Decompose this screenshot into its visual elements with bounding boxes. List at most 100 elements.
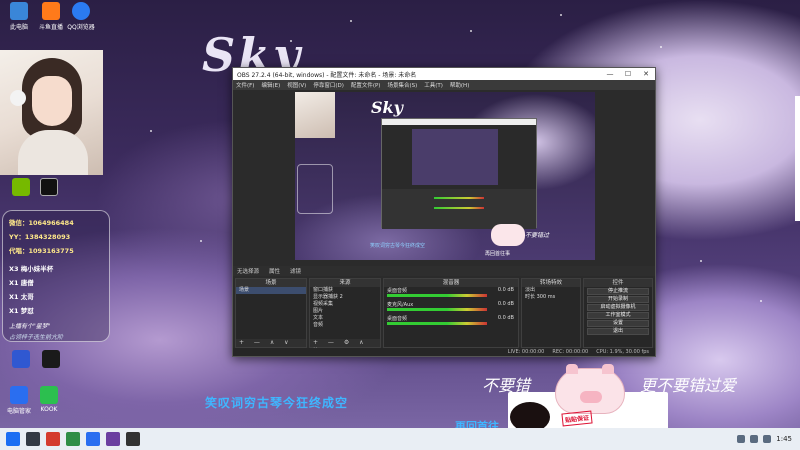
source-item[interactable]: 视频采集 xyxy=(310,301,380,308)
geforce-icon xyxy=(12,178,30,196)
menu-view[interactable]: 视图(V) xyxy=(287,81,306,89)
source-toolbar: 无选择源 属性 滤镜 xyxy=(233,266,655,276)
search-icon[interactable] xyxy=(26,432,40,446)
webcam-body xyxy=(18,130,88,175)
app-icon[interactable] xyxy=(46,432,60,446)
star xyxy=(350,20,352,22)
desktop-icon-misc2[interactable] xyxy=(34,350,68,370)
sources-toolbar[interactable]: + — ⚙ ∧ ∨ xyxy=(310,339,380,353)
app-icon[interactable] xyxy=(86,432,100,446)
minimize-button[interactable]: — xyxy=(601,68,619,80)
ime-icon[interactable] xyxy=(763,435,772,443)
channel-db: 0.0 dB xyxy=(497,287,514,293)
side-panel-edge xyxy=(795,96,800,221)
desktop-icon-label: QQ浏览器 xyxy=(67,24,95,31)
desktop-icon-capcut[interactable] xyxy=(32,178,66,198)
mixer-channel[interactable]: 麦克风/Aux 0.0 dB xyxy=(384,301,518,315)
source-item[interactable]: 窗口捕获 xyxy=(310,287,380,294)
menu-tools[interactable]: 工具(T) xyxy=(424,81,443,89)
scene-item[interactable]: 场景 xyxy=(236,287,306,294)
nested-docks xyxy=(382,189,536,229)
maximize-button[interactable]: ☐ xyxy=(619,68,637,80)
contact-wechat: 微信：1064966484 xyxy=(9,219,74,227)
settings-button[interactable]: 设置 xyxy=(587,320,649,327)
rec-status: REC: 00:00:00 xyxy=(552,349,589,355)
duration-label: 时长 xyxy=(525,294,536,300)
preview-pig-sticker xyxy=(491,224,525,246)
desktop-icon-kook[interactable]: KOOK xyxy=(32,386,66,413)
source-item[interactable]: 显示器捕获 2 xyxy=(310,294,380,301)
handwriting-small: c you xyxy=(640,408,665,418)
close-button[interactable]: ✕ xyxy=(637,68,655,80)
gift-line: X1 唐僧 xyxy=(9,279,34,287)
start-recording-button[interactable]: 开始录制 xyxy=(587,296,649,303)
desktop-icon-qq-browser[interactable]: QQ浏览器 xyxy=(64,2,98,31)
clock[interactable]: 1:45 xyxy=(776,435,792,443)
pig-snout xyxy=(580,391,602,403)
network-icon[interactable] xyxy=(737,435,746,443)
app-icon[interactable] xyxy=(66,432,80,446)
filters-button[interactable]: 滤镜 xyxy=(290,267,301,275)
preview-webcam xyxy=(295,92,335,138)
controls-dock[interactable]: 控件 停止推流 开始录制 启动虚拟摄像机 工作室模式 设置 退出 xyxy=(583,278,653,348)
obs-titlebar[interactable]: OBS 27.2.4 (64-bit, windows) - 配置文件: 未命名… xyxy=(233,68,655,80)
scenes-header: 场景 xyxy=(236,279,306,287)
menu-help[interactable]: 帮助(H) xyxy=(450,81,469,89)
gift-line: X1 梦怼 xyxy=(9,307,34,315)
source-item[interactable]: 音频 xyxy=(310,322,380,329)
start-icon[interactable] xyxy=(6,432,20,446)
contact-yy: YY：1384328093 xyxy=(9,233,71,241)
stop-streaming-button[interactable]: 停止推流 xyxy=(587,288,649,295)
sources-dock[interactable]: 来源 窗口捕获 显示器捕获 2 视频采集 图片 文本 音频 + — ⚙ ∧ ∨ xyxy=(309,278,381,353)
obs-title: OBS 27.2.4 (64-bit, windows) - 配置文件: 未命名… xyxy=(237,71,417,79)
menu-profile[interactable]: 配置文件(P) xyxy=(351,81,381,89)
computer-icon xyxy=(10,2,28,20)
preview-handwriting: 不要错过 xyxy=(525,232,550,239)
obs-preview[interactable]: Sky 不要错过 笑叹词穷古琴今狂终成空 再回首往事 xyxy=(295,92,595,260)
transitions-dock[interactable]: 转场特效 淡出 时长 300 ms xyxy=(521,278,581,348)
nested-meter xyxy=(434,207,484,209)
desktop-icon-douyu[interactable]: 斗鱼直播 xyxy=(34,2,68,31)
desktop-icon-label: KOOK xyxy=(40,406,58,413)
slogan-line: 占领梓子选生前亢阶 xyxy=(9,334,64,341)
nested-titlebar xyxy=(382,119,536,125)
source-item[interactable]: 图片 xyxy=(310,308,380,315)
mixer-channel[interactable]: 桌面音频 0.0 dB xyxy=(384,287,518,301)
kook-icon xyxy=(40,386,58,404)
contact-singer: 代唱：1093163775 xyxy=(9,247,74,255)
menu-scene-collection[interactable]: 场景集合(S) xyxy=(387,81,417,89)
desktop-icon-label: 此电脑 xyxy=(9,24,28,31)
transition-type[interactable]: 淡出 xyxy=(522,287,580,294)
menu-docks[interactable]: 停靠窗口(D) xyxy=(313,81,344,89)
preview-contact-panel xyxy=(297,164,333,214)
menu-file[interactable]: 文件(F) xyxy=(236,81,254,89)
mixer-dock[interactable]: 混音器 桌面音频 0.0 dB 麦克风/Aux 0.0 dB 桌面音频 0.0 … xyxy=(383,278,519,348)
obs-menubar: 文件(F) 编辑(E) 视图(V) 停靠窗口(D) 配置文件(P) 场景集合(S… xyxy=(233,80,655,90)
pig-ear xyxy=(566,364,578,374)
desktop-icon-pc-manager[interactable]: 电脑管家 xyxy=(2,386,36,415)
mixer-header: 混音器 xyxy=(384,279,518,287)
app-icon[interactable] xyxy=(106,432,120,446)
desktop-icon-misc[interactable] xyxy=(4,350,38,370)
menu-edit[interactable]: 编辑(E) xyxy=(261,81,280,89)
desktop-icon-label: 斗鱼直播 xyxy=(38,24,63,31)
virtual-camera-button[interactable]: 启动虚拟摄像机 xyxy=(587,304,649,311)
source-item[interactable]: 文本 xyxy=(310,315,380,322)
properties-button[interactable]: 属性 xyxy=(269,267,280,275)
exit-button[interactable]: 退出 xyxy=(587,328,649,335)
preview-lyric: 笑叹词穷古琴今狂终成空 xyxy=(370,243,426,249)
scenes-dock[interactable]: 场景 场景 + — ∧ ∨ xyxy=(235,278,307,348)
obs-docks: 场景 场景 + — ∧ ∨ 来源 窗口捕获 显示器捕获 2 视频采集 图片 文本… xyxy=(233,278,655,353)
desktop-icon-this-pc[interactable]: 此电脑 xyxy=(2,2,36,31)
studio-mode-button[interactable]: 工作室模式 xyxy=(587,312,649,319)
volume-icon[interactable] xyxy=(750,435,759,443)
scenes-toolbar[interactable]: + — ∧ ∨ xyxy=(236,339,306,347)
obs-window[interactable]: OBS 27.2.4 (64-bit, windows) - 配置文件: 未命名… xyxy=(232,67,656,357)
shield-icon xyxy=(10,386,28,404)
duration-value[interactable]: 300 ms xyxy=(537,294,556,300)
app-icon xyxy=(42,350,60,368)
star xyxy=(660,46,662,48)
mixer-channel[interactable]: 桌面音频 0.0 dB xyxy=(384,315,518,329)
obs-taskbar-icon[interactable] xyxy=(126,432,140,446)
transitions-header: 转场特效 xyxy=(522,279,580,287)
